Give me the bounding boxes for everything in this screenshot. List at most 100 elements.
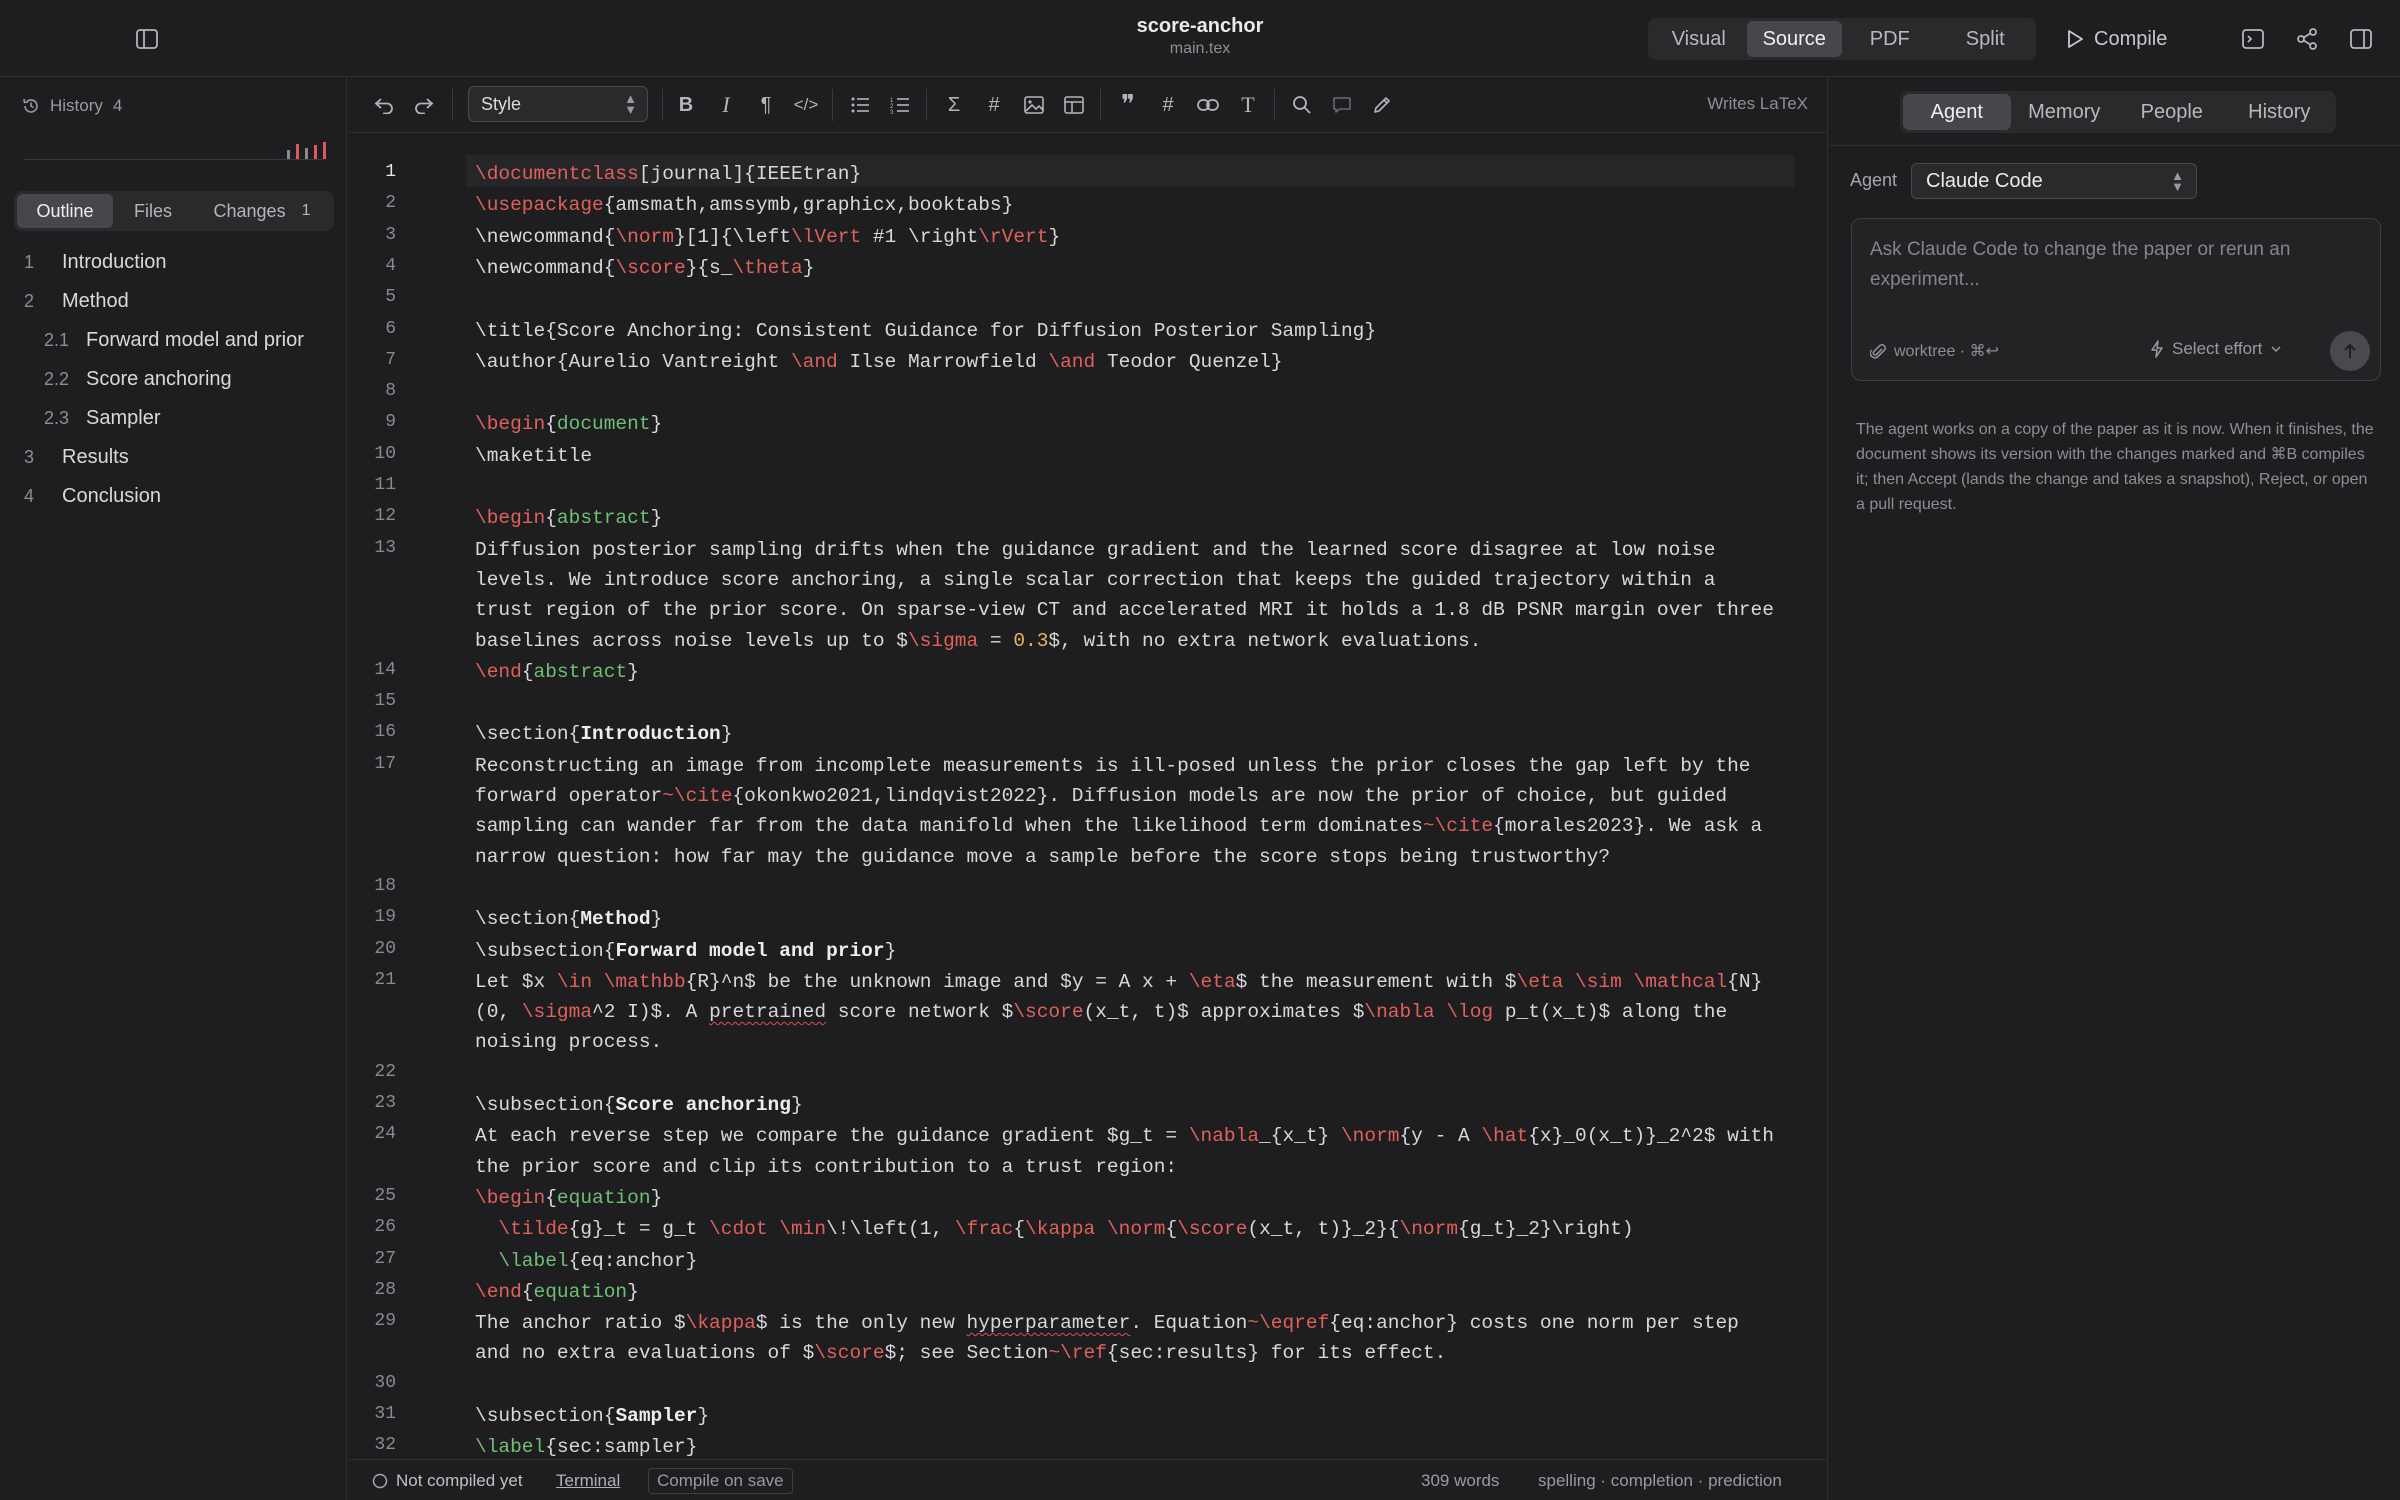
code-line[interactable]: \end{abstract}: [475, 657, 1805, 687]
code-line[interactable]: \newcommand{\norm}[1]{\left\lVert #1 \ri…: [475, 222, 1805, 252]
code-line[interactable]: \newcommand{\score}{s_\theta}: [475, 253, 1805, 283]
code-line[interactable]: Let $x \in \mathbb{R}^n$ be the unknown …: [475, 967, 1805, 997]
code-line[interactable]: trust region of the prior score. On spar…: [475, 595, 1805, 625]
agent-select[interactable]: Claude Code ▲ ▼: [1911, 163, 2197, 199]
editor-features[interactable]: spelling · completion · prediction: [1538, 1471, 1782, 1491]
view-tab-split[interactable]: Split: [1938, 21, 2034, 57]
code-line[interactable]: [475, 1370, 1805, 1400]
code-line[interactable]: \label{eq:anchor}: [475, 1246, 1805, 1276]
code-line[interactable]: The anchor ratio $\kappa$ is the only ne…: [475, 1308, 1805, 1338]
tab-memory[interactable]: Memory: [2011, 94, 2119, 130]
code-line[interactable]: sampling can wander far from the data ma…: [475, 811, 1805, 841]
quote-icon[interactable]: ❞: [1114, 90, 1142, 119]
tab-people[interactable]: People: [2118, 94, 2226, 130]
code-line[interactable]: baselines across noise levels up to $\si…: [475, 626, 1805, 656]
send-button[interactable]: [2330, 331, 2370, 371]
style-select[interactable]: Style ▲ ▼: [468, 86, 648, 122]
code-line[interactable]: \documentclass[journal]{IEEEtran}: [475, 159, 1805, 189]
code-line[interactable]: \section{Method}: [475, 904, 1805, 934]
outline-item[interactable]: 4 Conclusion: [0, 477, 346, 516]
code-line[interactable]: the prior score and clip its contributio…: [475, 1152, 1805, 1182]
tab-history[interactable]: History: [2226, 94, 2334, 130]
code-line[interactable]: \begin{equation}: [475, 1183, 1805, 1213]
code-line[interactable]: \usepackage{amsmath,amssymb,graphicx,boo…: [475, 190, 1805, 220]
bold-icon[interactable]: B: [672, 91, 700, 119]
code-line[interactable]: \end{equation}: [475, 1277, 1805, 1307]
undo-icon[interactable]: [370, 91, 398, 119]
table-icon[interactable]: [1060, 91, 1088, 119]
redo-icon[interactable]: [410, 91, 438, 119]
view-tab-pdf[interactable]: PDF: [1842, 21, 1938, 57]
outline-item[interactable]: 2.3 Sampler: [0, 399, 346, 438]
tab-changes[interactable]: Changes 1: [193, 194, 331, 228]
compile-on-save-toggle[interactable]: Compile on save: [648, 1468, 793, 1494]
code-line[interactable]: \subsection{Forward model and prior}: [475, 936, 1805, 966]
code-line[interactable]: narrow question: how far may the guidanc…: [475, 842, 1805, 872]
comment-icon[interactable]: [1328, 91, 1356, 119]
code-area[interactable]: 1 \documentclass[journal]{IEEEtran} 2 \usep…: [348, 155, 1826, 1458]
code-line[interactable]: \begin{document}: [475, 409, 1805, 439]
code-line[interactable]: [475, 472, 1805, 502]
code-line[interactable]: \subsection{Sampler}: [475, 1401, 1805, 1431]
italic-icon[interactable]: I: [712, 91, 740, 119]
code-line[interactable]: [475, 284, 1805, 314]
code-line[interactable]: and no extra evaluations of $\score$; se…: [475, 1338, 1805, 1368]
right-panel-toggle-icon[interactable]: [2346, 24, 2376, 54]
code-line[interactable]: (0, \sigma^2 I)$. A pretrained score net…: [475, 997, 1805, 1027]
code-line[interactable]: [475, 1059, 1805, 1089]
code-icon[interactable]: </>: [792, 91, 820, 119]
code-line[interactable]: [475, 873, 1805, 903]
line-number: 19: [374, 907, 396, 928]
sigma-math-icon[interactable]: Σ: [940, 91, 968, 119]
share-icon[interactable]: [2292, 24, 2322, 54]
outline-item[interactable]: 2.2 Score anchoring: [0, 360, 346, 399]
code-line[interactable]: \begin{abstract}: [475, 503, 1805, 533]
code-line[interactable]: [475, 378, 1805, 408]
code-line[interactable]: levels. We introduce score anchoring, a …: [475, 565, 1805, 595]
line-number: 6: [385, 318, 396, 339]
code-line[interactable]: \title{Score Anchoring: Consistent Guida…: [475, 316, 1805, 346]
view-tab-source[interactable]: Source: [1746, 21, 1842, 57]
agent-prompt-box[interactable]: Ask Claude Code to change the paper or r…: [1851, 218, 2381, 381]
link-icon[interactable]: [1194, 91, 1222, 119]
code-line[interactable]: \author{Aurelio Vantreight \and Ilse Mar…: [475, 347, 1805, 377]
code-line[interactable]: Reconstructing an image from incomplete …: [475, 751, 1805, 781]
tab-agent[interactable]: Agent: [1903, 94, 2011, 130]
terminal-icon[interactable]: [2238, 24, 2268, 54]
hash-equation-icon[interactable]: #: [980, 91, 1008, 119]
worktree-attach[interactable]: worktree · ⌘↩: [1870, 341, 1999, 361]
tab-outline[interactable]: Outline: [17, 194, 113, 228]
image-icon[interactable]: [1020, 91, 1048, 119]
text-type-icon[interactable]: T: [1234, 91, 1262, 119]
numbered-list-icon[interactable]: 123: [886, 91, 914, 119]
chevron-down-icon: [2271, 346, 2281, 353]
code-line[interactable]: [475, 688, 1805, 718]
terminal-link[interactable]: Terminal: [556, 1471, 620, 1491]
agent-prompt-input[interactable]: Ask Claude Code to change the paper or r…: [1870, 235, 2350, 295]
search-icon[interactable]: [1288, 91, 1316, 119]
effort-select[interactable]: Select effort: [2150, 339, 2282, 359]
view-tab-visual[interactable]: Visual: [1651, 21, 1747, 57]
code-line[interactable]: \section{Introduction}: [475, 719, 1805, 749]
pen-icon[interactable]: [1368, 91, 1396, 119]
code-line[interactable]: noising process.: [475, 1027, 1805, 1057]
outline-item[interactable]: 2 Method: [0, 282, 346, 321]
history-header[interactable]: History 4: [22, 96, 122, 116]
outline-item[interactable]: 3 Results: [0, 438, 346, 477]
paragraph-icon[interactable]: ¶: [752, 91, 780, 119]
bullet-list-icon[interactable]: [846, 91, 874, 119]
code-line[interactable]: \subsection{Score anchoring}: [475, 1090, 1805, 1120]
code-line[interactable]: forward operator~\cite{okonkwo2021,lindq…: [475, 781, 1805, 811]
outline-item-label: Forward model and prior: [86, 329, 304, 351]
outline-item[interactable]: 2.1 Forward model and prior: [0, 321, 346, 360]
outline-item[interactable]: 1 Introduction: [0, 243, 346, 282]
compile-button[interactable]: Compile: [2056, 18, 2177, 60]
code-line[interactable]: \maketitle: [475, 441, 1805, 471]
history-timeline[interactable]: [24, 138, 326, 160]
code-line[interactable]: \tilde{g}_t = g_t \cdot \min\!\left(1, \…: [475, 1214, 1805, 1244]
code-line[interactable]: At each reverse step we compare the guid…: [475, 1121, 1805, 1151]
code-line[interactable]: Diffusion posterior sampling drifts when…: [475, 535, 1805, 565]
code-line[interactable]: \label{sec:sampler}: [475, 1432, 1805, 1458]
reference-hash-icon[interactable]: #: [1154, 91, 1182, 119]
tab-files[interactable]: Files: [113, 194, 193, 228]
